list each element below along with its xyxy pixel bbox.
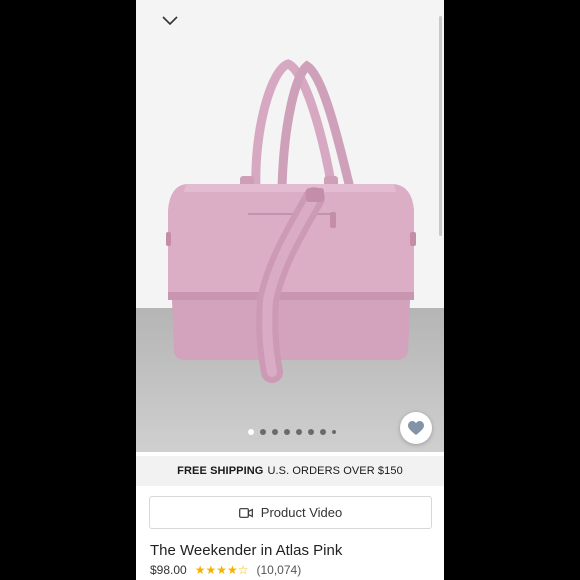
carousel-indicators [248, 429, 336, 435]
chevron-down-icon [162, 16, 178, 26]
product-image-carousel[interactable] [136, 0, 444, 452]
star-rating[interactable]: ★★★★☆ [195, 563, 249, 577]
favorite-button[interactable] [400, 412, 432, 444]
price-rating-row: $98.00 ★★★★☆ (10,074) [150, 563, 301, 577]
product-video-label: Product Video [260, 505, 343, 520]
product-image [166, 59, 416, 383]
carousel-dot[interactable] [272, 429, 278, 435]
product-price: $98.00 [150, 563, 187, 577]
product-page: FREE SHIPPING U.S. ORDERS OVER $150 Prod… [136, 0, 444, 580]
shipping-banner-text: U.S. ORDERS OVER $150 [267, 465, 403, 477]
shipping-banner: FREE SHIPPING U.S. ORDERS OVER $150 [136, 456, 444, 486]
product-video-button[interactable]: Product Video [149, 496, 432, 529]
carousel-dot[interactable] [320, 429, 326, 435]
carousel-dot[interactable] [308, 429, 314, 435]
carousel-dot[interactable] [296, 429, 302, 435]
collapse-button[interactable] [158, 10, 182, 32]
product-title: The Weekender in Atlas Pink [150, 542, 343, 559]
scrollbar[interactable] [439, 16, 442, 236]
review-count[interactable]: (10,074) [257, 563, 302, 577]
carousel-dot[interactable] [248, 429, 254, 435]
carousel-dot[interactable] [260, 429, 266, 435]
shipping-banner-bold: FREE SHIPPING [177, 465, 264, 477]
carousel-dot[interactable] [284, 429, 290, 435]
heart-icon [408, 420, 424, 435]
carousel-dot[interactable] [332, 430, 336, 434]
video-camera-icon [238, 507, 253, 518]
